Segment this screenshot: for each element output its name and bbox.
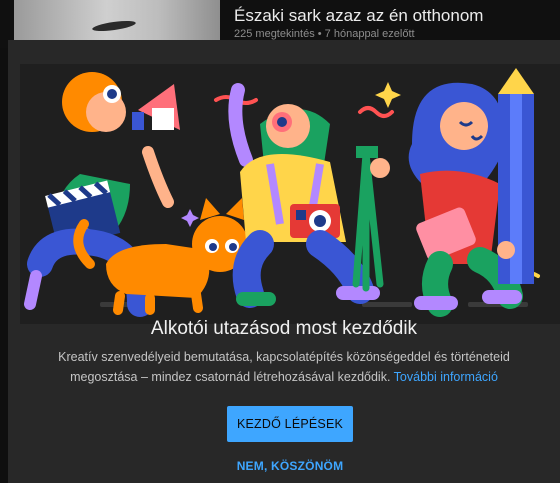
dialog-description: Kreatív szenvedélyeid bemutatása, kapcso…: [48, 347, 520, 387]
dialog-title: Alkotói utazásod most kezdődik: [150, 318, 418, 339]
learn-more-link[interactable]: További információ: [394, 370, 498, 384]
video-thumbnail[interactable]: [14, 0, 220, 44]
create-channel-dialog: Alkotói utazásod most kezdődik Kreatív s…: [8, 40, 560, 483]
no-thanks-button[interactable]: NEM, KÖSZÖNÖM: [208, 452, 372, 480]
thumbnail-bird-shape: [91, 18, 137, 34]
creators-illustration: [20, 64, 560, 324]
video-title[interactable]: Északi sark azaz az én otthonom: [234, 6, 483, 26]
video-meta: 225 megtekintés • 7 hónappal ezelőtt: [234, 28, 415, 40]
get-started-button[interactable]: KEZDŐ LÉPÉSEK: [227, 406, 353, 442]
